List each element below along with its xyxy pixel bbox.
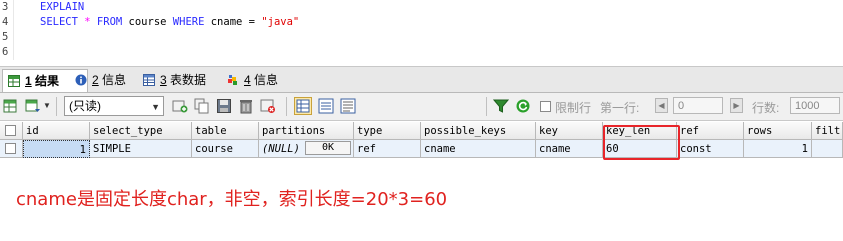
code-token: SELECT bbox=[40, 16, 78, 28]
result-tabs-bar: 1 结果 2 信息 3 表数据 4 信息 bbox=[0, 66, 843, 93]
column-header-table[interactable]: table bbox=[192, 122, 259, 140]
code-text: SELECT * FROM course WHERE cname = "java… bbox=[40, 15, 299, 30]
toolbar-separator bbox=[286, 97, 287, 116]
info-icon bbox=[75, 74, 87, 86]
cell-partitions-value: (NULL) bbox=[262, 143, 300, 155]
insert-row-icon[interactable] bbox=[172, 98, 188, 114]
partitions-ok-button[interactable]: 0K bbox=[305, 141, 351, 155]
column-header-rows[interactable]: rows bbox=[744, 122, 812, 140]
annotation-note: cname是固定长度char，非空，索引长度=20*3=60 bbox=[16, 189, 448, 210]
first-row-input[interactable]: 0 bbox=[673, 97, 723, 114]
rows-count-input[interactable]: 1000 bbox=[790, 97, 840, 114]
tab-result-num: 1 bbox=[25, 74, 32, 88]
limit-rows-label: 限制行 bbox=[555, 101, 592, 115]
read-only-mode-value: (只读) bbox=[69, 99, 101, 113]
form-view-icon[interactable] bbox=[318, 98, 334, 114]
code-token: "java" bbox=[261, 16, 300, 28]
first-row-label: 第一行: bbox=[600, 101, 640, 115]
column-header-ref[interactable]: ref bbox=[677, 122, 744, 140]
cell-type[interactable]: ref bbox=[354, 140, 421, 158]
column-header-id[interactable]: id bbox=[23, 122, 90, 140]
key-len-highlight-box bbox=[603, 125, 680, 160]
save-icon[interactable] bbox=[216, 98, 232, 114]
chevron-down-icon: ▼ bbox=[151, 102, 160, 112]
column-header-possible-keys[interactable]: possible_keys bbox=[421, 122, 536, 140]
toolbar-separator bbox=[486, 97, 487, 116]
sql-editor[interactable]: 3 EXPLAIN 4 SELECT * FROM course WHERE cnam… bbox=[0, 0, 843, 60]
tab-info-2-num: 4 bbox=[244, 73, 251, 87]
delete-row-icon[interactable] bbox=[238, 98, 254, 114]
column-header-type[interactable]: type bbox=[354, 122, 421, 140]
grid-options-dropdown-icon[interactable]: ▼ bbox=[43, 98, 51, 114]
line-number: 3 bbox=[2, 1, 9, 13]
result-toolbar: ▼ (只读) ▼ 限制行 第一行: ◀ 0 ▶ 行数: 1000 bbox=[0, 93, 843, 121]
code-token: EXPLAIN bbox=[40, 1, 85, 13]
table-data-icon bbox=[143, 74, 155, 86]
code-token: WHERE bbox=[172, 16, 205, 28]
code-text: EXPLAIN bbox=[40, 0, 84, 15]
line-number: 4 bbox=[2, 16, 9, 28]
limit-rows-checkbox[interactable] bbox=[540, 101, 551, 112]
grid-view-icon[interactable] bbox=[294, 97, 312, 115]
code-token: FROM bbox=[96, 16, 123, 28]
line-number: 6 bbox=[2, 46, 9, 58]
tab-table-data-num: 3 bbox=[160, 73, 167, 87]
column-header-select-type[interactable]: select_type bbox=[90, 122, 192, 140]
text-view-icon[interactable] bbox=[340, 98, 356, 114]
read-only-mode-select[interactable]: (只读) ▼ bbox=[64, 96, 164, 116]
tab-result-label: 结果 bbox=[35, 74, 60, 88]
multi-info-icon bbox=[228, 75, 237, 85]
row-select-cell[interactable] bbox=[0, 140, 23, 158]
cell-id[interactable]: 1 bbox=[23, 140, 90, 158]
line-number: 5 bbox=[2, 31, 9, 43]
cell-rows[interactable]: 1 bbox=[744, 140, 812, 158]
filter-icon[interactable] bbox=[493, 98, 509, 114]
export-grid-icon[interactable] bbox=[3, 98, 19, 114]
result-grid[interactable]: id select_type table partitions type pos… bbox=[0, 122, 843, 158]
row-select-checkbox[interactable] bbox=[5, 143, 16, 154]
cell-partitions[interactable]: (NULL) 0K bbox=[259, 140, 354, 158]
toolbar-separator bbox=[56, 97, 57, 116]
grid-options-icon[interactable] bbox=[25, 98, 41, 114]
rows-count-label: 行数: bbox=[752, 101, 780, 115]
tab-info-label: 信息 bbox=[102, 73, 127, 87]
cell-filtered[interactable] bbox=[812, 140, 843, 158]
previous-page-button[interactable]: ◀ bbox=[655, 98, 668, 113]
column-header-filtered[interactable]: filt bbox=[812, 122, 843, 140]
column-header-partitions[interactable]: partitions bbox=[259, 122, 354, 140]
result-grid-icon bbox=[8, 75, 20, 87]
select-all-checkbox[interactable] bbox=[5, 125, 16, 136]
next-page-button[interactable]: ▶ bbox=[730, 98, 743, 113]
refresh-icon[interactable] bbox=[515, 98, 531, 114]
tab-info-num: 2 bbox=[92, 73, 99, 87]
cell-ref[interactable]: const bbox=[677, 140, 744, 158]
cell-select-type[interactable]: SIMPLE bbox=[90, 140, 192, 158]
code-token: course bbox=[122, 16, 173, 28]
duplicate-row-icon[interactable] bbox=[194, 98, 210, 114]
column-header-key[interactable]: key bbox=[536, 122, 603, 140]
code-token: cname bbox=[204, 16, 249, 28]
cell-key[interactable]: cname bbox=[536, 140, 603, 158]
cell-table[interactable]: course bbox=[192, 140, 259, 158]
tab-table-data-label: 表数据 bbox=[170, 73, 207, 87]
cancel-changes-icon[interactable] bbox=[260, 98, 276, 114]
tab-info-2[interactable]: 4 信息 bbox=[222, 69, 308, 91]
tab-info-2-label: 信息 bbox=[254, 73, 279, 87]
select-all-header[interactable] bbox=[0, 122, 23, 140]
cell-possible-keys[interactable]: cname bbox=[421, 140, 536, 158]
